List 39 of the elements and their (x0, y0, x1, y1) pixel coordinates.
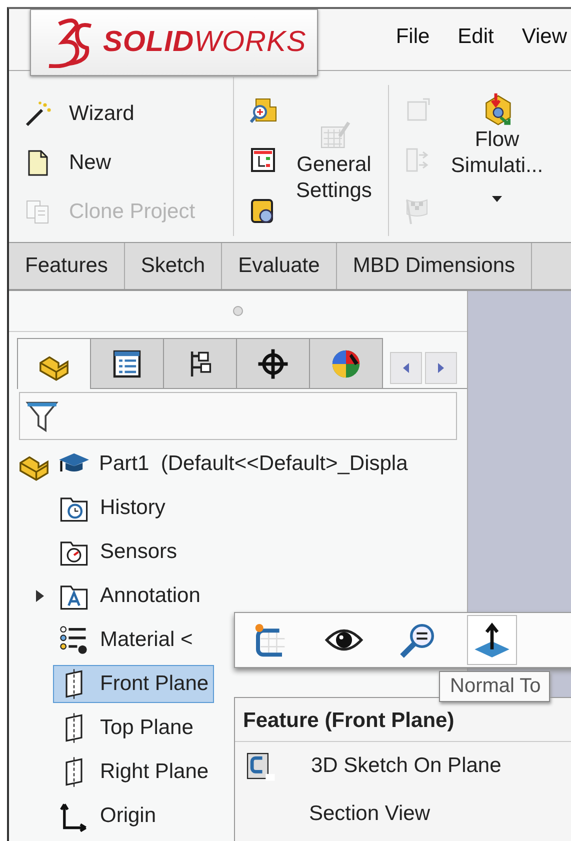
tree-item[interactable]: Right Plane (53, 753, 214, 791)
grip-icon[interactable] (232, 305, 244, 317)
panel-tab[interactable] (17, 338, 91, 389)
menu-item[interactable]: 3D Sketch On Plane (235, 742, 571, 790)
tree-item[interactable]: Sensors (53, 533, 182, 571)
arrow-right-icon (437, 362, 445, 374)
wand-icon (23, 98, 53, 128)
tree-item[interactable]: Origin (53, 797, 162, 835)
panel-tab[interactable] (163, 338, 237, 388)
tooltip: Normal To (439, 671, 550, 702)
tree-item[interactable]: Top Plane (53, 709, 198, 747)
crosshair-icon (256, 346, 290, 380)
menu-item[interactable]: File (396, 24, 430, 48)
tree-root-item[interactable]: Part1 (Default<<Default>_Displa (17, 442, 467, 486)
expand-arrow-icon[interactable] (35, 589, 45, 603)
brand-name: SOLIDWORKS (103, 26, 306, 59)
tree-item[interactable]: Material < (53, 621, 198, 659)
tree-item[interactable]: Front Plane (53, 665, 214, 703)
panel-tab[interactable] (90, 338, 164, 388)
tree-item[interactable]: Annotation (53, 577, 206, 615)
menu-item[interactable]: Section View (235, 790, 571, 838)
menu-item[interactable]: Edit (458, 24, 494, 48)
ribbon-button[interactable]: New (23, 138, 233, 187)
material-list-icon (58, 624, 90, 656)
scroll-right-button[interactable] (425, 352, 457, 384)
panel-tab[interactable] (236, 338, 310, 388)
command-tab[interactable]: Evaluate (222, 243, 337, 289)
ribbon-button[interactable]: Wizard (23, 89, 233, 138)
filter-field[interactable] (19, 392, 457, 440)
arrow-left-icon (402, 362, 410, 374)
command-tab[interactable]: Sketch (124, 243, 222, 289)
scroll-left-button[interactable] (390, 352, 422, 384)
command-tab[interactable]: Features (9, 243, 125, 289)
toolbar-button[interactable] (467, 615, 517, 665)
command-tab[interactable]: MBD Dimensions (336, 243, 532, 289)
normal-arrow-icon (472, 620, 512, 660)
tree-item[interactable]: History (53, 489, 170, 527)
flow-simulation-button[interactable]: Flow Simulati... (441, 85, 553, 236)
menu-item[interactable]: View (522, 24, 567, 48)
